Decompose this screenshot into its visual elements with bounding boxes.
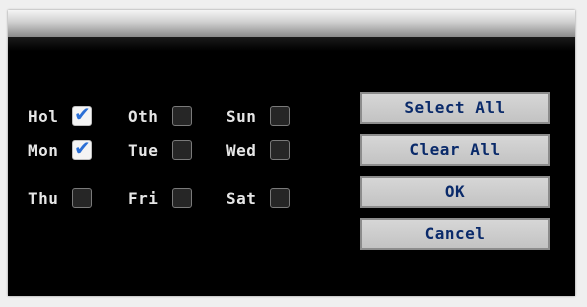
select-all-button[interactable]: Select All	[360, 92, 550, 124]
checkmark-icon: ✔	[74, 102, 91, 126]
day-label: Thu	[28, 189, 59, 208]
checkbox-oth[interactable]	[172, 106, 192, 126]
day-selection-dialog: Hol ✔ Oth Sun Mon ✔ Tue Wed Thu Fri Sat …	[8, 10, 575, 296]
titlebar-shadow	[8, 37, 575, 51]
screen-frame: Hol ✔ Oth Sun Mon ✔ Tue Wed Thu Fri Sat …	[0, 0, 587, 307]
checkbox-hol[interactable]: ✔	[72, 102, 92, 126]
day-label: Sun	[226, 107, 257, 126]
checkbox-sun[interactable]	[270, 106, 290, 126]
day-row: Thu Fri Sat	[28, 186, 328, 214]
day-row: Hol ✔ Oth Sun	[28, 102, 328, 132]
checkbox-thu[interactable]	[72, 188, 92, 208]
dialog-titlebar	[8, 10, 575, 37]
checkmark-icon: ✔	[74, 136, 91, 160]
checkbox-wed[interactable]	[270, 140, 290, 160]
cancel-button[interactable]: Cancel	[360, 218, 550, 250]
clear-all-button[interactable]: Clear All	[360, 134, 550, 166]
day-label: Tue	[128, 141, 159, 160]
day-row: Mon ✔ Tue Wed	[28, 136, 328, 166]
day-label: Wed	[226, 141, 257, 160]
day-label: Fri	[128, 189, 159, 208]
ok-button[interactable]: OK	[360, 176, 550, 208]
day-label: Hol	[28, 107, 59, 126]
checkbox-sat[interactable]	[270, 188, 290, 208]
checkbox-mon[interactable]: ✔	[72, 136, 92, 160]
checkbox-tue[interactable]	[172, 140, 192, 160]
checkbox-fri[interactable]	[172, 188, 192, 208]
day-label: Mon	[28, 141, 59, 160]
day-label: Sat	[226, 189, 257, 208]
day-label: Oth	[128, 107, 159, 126]
